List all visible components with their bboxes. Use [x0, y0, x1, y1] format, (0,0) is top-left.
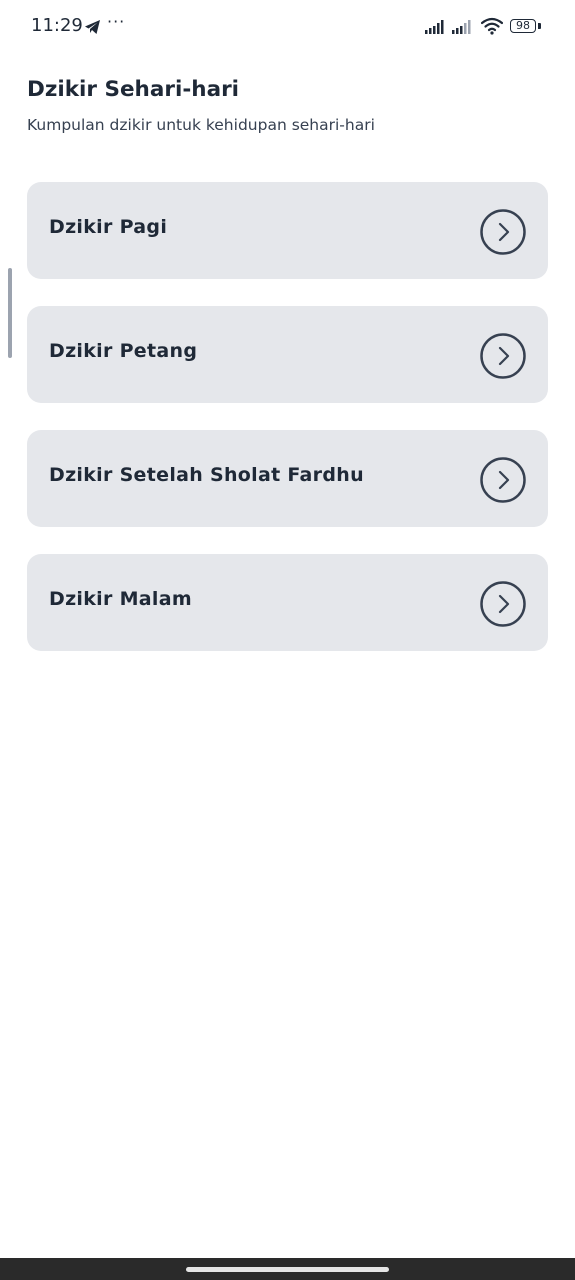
chevron-right-circle-icon[interactable]	[480, 333, 526, 379]
menu-item-label: Dzikir Setelah Sholat Fardhu	[49, 464, 364, 486]
battery-level: 98	[516, 19, 530, 32]
menu-item-label: Dzikir Pagi	[49, 216, 168, 238]
battery-cap	[538, 23, 541, 29]
page-header: Dzikir Sehari-hari Kumpulan dzikir untuk…	[27, 76, 375, 135]
more-notifications-icon: ···	[107, 12, 126, 31]
chevron-right-circle-icon[interactable]	[480, 457, 526, 503]
page-title: Dzikir Sehari-hari	[27, 77, 240, 102]
battery-icon: 98	[510, 19, 536, 33]
page-subtitle: Kumpulan dzikir untuk kehidupan sehari-h…	[27, 116, 375, 134]
scroll-indicator	[8, 268, 12, 358]
status-time: 11:29	[31, 15, 83, 36]
status-bar: 11:29 ··· 98	[0, 0, 575, 56]
telegram-icon	[85, 20, 100, 34]
menu-item-dzikir-setelah-sholat-fardhu[interactable]: Dzikir Setelah Sholat Fardhu	[27, 430, 548, 527]
signal-icon	[425, 20, 444, 34]
signal-icon	[452, 20, 471, 34]
chevron-right-circle-icon[interactable]	[480, 209, 526, 255]
home-indicator[interactable]	[186, 1267, 389, 1272]
menu-item-label: Dzikir Malam	[49, 588, 192, 610]
chevron-right-circle-icon[interactable]	[480, 581, 526, 627]
system-navigation-bar	[0, 1258, 575, 1280]
menu-item-dzikir-pagi[interactable]: Dzikir Pagi	[27, 182, 548, 279]
menu-item-label: Dzikir Petang	[49, 340, 198, 362]
wifi-icon	[481, 17, 503, 35]
dzikir-menu-list: Dzikir Pagi Dzikir Petang Dzikir Setelah…	[27, 182, 548, 678]
menu-item-dzikir-petang[interactable]: Dzikir Petang	[27, 306, 548, 403]
menu-item-dzikir-malam[interactable]: Dzikir Malam	[27, 554, 548, 651]
